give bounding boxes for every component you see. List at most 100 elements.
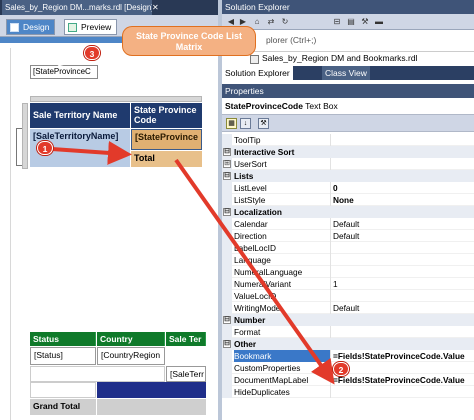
expand-collapse-icon[interactable]: ⊟ [223,316,231,324]
expand-collapse-icon[interactable]: ⊟ [223,340,231,348]
property-value[interactable]: Default [330,218,474,230]
expand-collapse-icon[interactable]: ⊞ [223,160,231,168]
property-category-label: Localization [234,207,282,217]
minus-icon[interactable]: ▬ [374,17,384,27]
table-header-sale-territory[interactable]: Sale Ter [166,332,206,346]
collapse-all-icon[interactable]: ⊟ [332,17,342,27]
property-name: Direction [234,231,267,241]
table-subtotal-band[interactable] [97,382,206,398]
property-pages-icon[interactable]: ⚒ [258,118,269,129]
property-row[interactable]: ListLevel 0 [222,182,474,194]
preview-icon [68,23,77,32]
files-icon[interactable]: ▤ [346,17,356,27]
refresh-icon[interactable]: ↻ [280,17,290,27]
property-row[interactable]: LabelLocID [222,242,474,254]
property-gutter [222,182,232,194]
property-value[interactable]: 1 [330,278,474,290]
property-category[interactable]: ⊟ Number [222,314,474,326]
tool-windows-pane: Solution Explorer ◀ ▶ ⌂ ⇄ ↻ ⊟ ▤ ⚒ ▬ plor… [222,0,474,420]
property-value[interactable] [330,326,474,338]
close-icon[interactable]: ✕ [152,0,159,15]
table-header-country[interactable]: Country [97,332,165,346]
document-tab-title[interactable]: Sales_by_Region DM...marks.rdl [Design]* [2,0,152,15]
tree-item-report[interactable]: Sales_by_Region DM and Bookmarks.rdl [262,53,417,63]
property-value[interactable]: None [330,194,474,206]
matrix-cell-total[interactable]: Total [131,151,202,167]
design-icon [10,23,19,32]
property-grid: ToolTip ⊟ Interactive Sort ⊞ UserSort ⊟ Lists L… [222,134,474,398]
property-row[interactable]: DocumentMapLabel =Fields!StateProvinceCod… [222,374,474,386]
property-value[interactable]: Default [330,302,474,314]
tab-class-view[interactable]: Class View [322,66,370,80]
property-name: WritingMode [234,303,281,313]
property-category-label: Number [234,315,266,325]
properties-object-selector[interactable]: StateProvinceCode Text Box [222,98,474,114]
expand-collapse-icon[interactable]: ⊟ [223,148,231,156]
property-value[interactable] [330,158,474,170]
property-value[interactable] [330,134,474,146]
tab-solution-explorer[interactable]: Solution Explorer [222,66,293,80]
properties-wrench-icon[interactable]: ⚒ [360,17,370,27]
tab-design[interactable]: Design [6,19,56,35]
property-row[interactable]: NumeralVariant 1 [222,278,474,290]
parameter-textbox[interactable]: [StateProvinceC [30,65,98,79]
property-name: ToolTip [234,135,261,145]
property-row[interactable]: WritingMode Default [222,302,474,314]
property-row[interactable]: Language [222,254,474,266]
solution-explorer-search[interactable]: plorer (Ctrl+;) [222,30,474,52]
property-value[interactable] [330,242,474,254]
table-cell-empty[interactable] [30,366,165,382]
row-group-bracket [16,128,22,166]
property-value[interactable] [330,362,474,374]
property-row[interactable]: ⊞ UserSort [222,158,474,170]
matrix-header-sale-territory[interactable]: Sale Territory Name [30,103,130,128]
property-row[interactable]: HideDuplicates [222,386,474,398]
property-name: Calendar [234,219,268,229]
property-row[interactable]: NumeralLanguage [222,266,474,278]
table-grand-total-label[interactable]: Grand Total [30,399,96,415]
table-cell-empty[interactable] [30,382,96,398]
table-cell-sale-territory[interactable]: [SaleTerr [166,366,206,382]
property-gutter [222,194,232,206]
property-value[interactable] [330,290,474,302]
alphabetical-icon[interactable]: ↓ [240,118,251,129]
property-row[interactable]: Format [222,326,474,338]
sync-icon[interactable]: ⇄ [266,17,276,27]
property-value[interactable]: Default [330,230,474,242]
matrix-column-handles[interactable] [30,96,202,102]
expand-collapse-icon[interactable]: ⊟ [223,208,231,216]
properties-title: Properties [222,84,474,98]
matrix-header-state-province[interactable]: State Province Code [131,103,202,128]
property-row[interactable]: Direction Default [222,230,474,242]
property-category[interactable]: ⊟ Other [222,338,474,350]
property-value[interactable] [330,254,474,266]
table-grand-total-band[interactable] [97,399,206,415]
property-gutter [222,134,232,146]
property-gutter [222,266,232,278]
categorized-icon[interactable]: ▦ [226,118,237,129]
tab-preview[interactable]: Preview [64,19,118,35]
property-row[interactable]: ListStyle None [222,194,474,206]
matrix-row-handles[interactable] [22,103,28,169]
property-value[interactable] [330,266,474,278]
search-input[interactable]: plorer (Ctrl+;) [266,35,316,45]
expand-collapse-icon[interactable]: ⊟ [223,172,231,180]
home-icon[interactable]: ⌂ [252,17,262,27]
table-header-status[interactable]: Status [30,332,96,346]
property-value[interactable] [330,386,474,398]
table-cell-status[interactable]: [Status] [30,347,96,365]
property-value[interactable]: 0 [330,182,474,194]
property-value[interactable]: =Fields!StateProvinceCode.Value [330,350,474,362]
property-gutter [222,362,232,374]
property-row[interactable]: Calendar Default [222,218,474,230]
property-category[interactable]: ⊟ Localization [222,206,474,218]
property-value[interactable]: =Fields!StateProvinceCode.Value [330,374,474,386]
property-row[interactable]: Bookmark =Fields!StateProvinceCode.Value [222,350,474,362]
matrix-cell-state-province[interactable]: [StateProvince [131,129,202,150]
property-row[interactable]: ToolTip [222,134,474,146]
table-cell-country[interactable]: [CountryRegion [97,347,165,365]
property-category[interactable]: ⊟ Lists [222,170,474,182]
property-name: UserSort [234,159,267,169]
property-row[interactable]: ValueLocID [222,290,474,302]
property-category[interactable]: ⊟ Interactive Sort [222,146,474,158]
